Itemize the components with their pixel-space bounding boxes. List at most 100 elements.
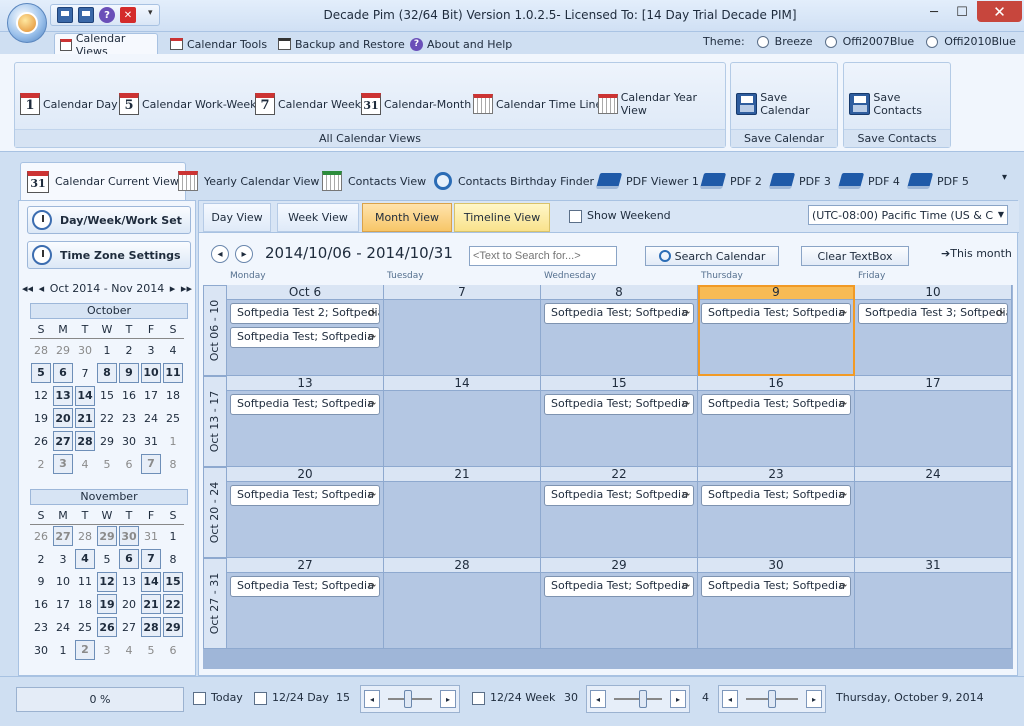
appointment[interactable]: Softpedia Test; Softpedia ⟳ xyxy=(230,485,380,506)
mini-day[interactable]: 19 xyxy=(30,407,52,430)
minimize-button[interactable]: ─ xyxy=(920,2,948,22)
mini-day[interactable]: 1 xyxy=(162,430,184,453)
mini-day[interactable]: 24 xyxy=(52,616,74,639)
appointment[interactable]: Softpedia Test; Softpedia ⟳ xyxy=(701,576,851,597)
mini-day[interactable]: 6 xyxy=(118,453,140,476)
theme-breeze[interactable]: Breeze xyxy=(756,35,813,48)
appointment[interactable]: Softpedia Test; Softpedia ⟳ xyxy=(544,394,694,415)
mini-day[interactable]: 22 xyxy=(96,407,118,430)
qat-dropdown-icon[interactable]: ▾ xyxy=(148,8,153,18)
mini-day[interactable]: 12 xyxy=(30,385,52,408)
mini-day[interactable]: 30 xyxy=(119,526,139,546)
appointment[interactable]: Softpedia Test 3; Softpedia E ⟳ xyxy=(858,303,1008,324)
mini-day[interactable]: 10 xyxy=(141,362,161,383)
theme-offi2010[interactable]: Offi2010Blue xyxy=(926,35,1016,48)
slider-left-icon[interactable]: ◂ xyxy=(364,690,380,708)
prev-period-button[interactable]: ◂ xyxy=(211,245,229,263)
close-app-icon[interactable]: ✕ xyxy=(120,7,136,23)
mini-day[interactable]: 5 xyxy=(96,453,118,476)
mini-day[interactable]: 3 xyxy=(140,339,162,362)
app-menu-button[interactable] xyxy=(7,3,47,43)
appointment[interactable]: Softpedia Test; Softpedia ⟳ xyxy=(544,576,694,597)
mini-day[interactable]: 17 xyxy=(140,385,162,408)
mini-day[interactable]: 28 xyxy=(141,617,161,638)
mini-day[interactable]: 14 xyxy=(141,571,161,592)
mini-day[interactable]: 19 xyxy=(97,594,117,615)
tab-contacts-view[interactable]: Contacts View xyxy=(316,164,432,198)
mini-day[interactable]: 29 xyxy=(52,339,74,362)
calendar-workweek-button[interactable]: 5 Calendar Work-Week xyxy=(119,91,256,117)
mini-day[interactable]: 11 xyxy=(163,362,183,383)
tab-calendar-views[interactable]: Calendar Views xyxy=(54,32,158,58)
week-interval-slider[interactable]: ◂ ▸ xyxy=(586,685,690,713)
day-interval-slider[interactable]: ◂ ▸ xyxy=(360,685,460,713)
tab-pdf-4[interactable]: PDF 4 xyxy=(834,164,906,198)
tab-pdf-5[interactable]: PDF 5 xyxy=(903,164,975,198)
mini-day[interactable]: 8 xyxy=(97,362,117,383)
tab-calendar-current-view[interactable]: 31 Calendar Current View xyxy=(20,162,186,200)
slider-thumb[interactable] xyxy=(403,690,412,708)
day-cell[interactable]: 31 xyxy=(855,558,1012,649)
mini-day[interactable]: 9 xyxy=(119,362,139,383)
week-label[interactable]: Oct 20 - 24 xyxy=(203,467,227,558)
mini-day[interactable]: 7 xyxy=(141,548,161,569)
mini-day[interactable]: 15 xyxy=(96,385,118,408)
tab-about-help[interactable]: ? About and Help xyxy=(405,33,517,55)
day-cell[interactable]: 17 xyxy=(855,376,1012,467)
day-cell[interactable]: 9 Softpedia Test; Softpedia ⟳ xyxy=(698,285,855,376)
tabs-overflow-icon[interactable]: ▾ xyxy=(1002,172,1007,183)
calendar-timeline-button[interactable]: Calendar Time Line xyxy=(473,91,602,117)
close-button[interactable]: ✕ xyxy=(977,1,1022,22)
month-interval-slider[interactable]: ◂ ▸ xyxy=(718,685,826,713)
tab-timeline-view[interactable]: Timeline View xyxy=(454,203,550,232)
prev-month-icon[interactable]: ◂ xyxy=(39,282,45,295)
tab-week-view[interactable]: Week View xyxy=(277,203,359,232)
mini-day[interactable]: 22 xyxy=(163,594,183,615)
mini-day[interactable]: 13 xyxy=(118,571,140,594)
mini-day[interactable]: 16 xyxy=(118,385,140,408)
tab-birthday-finder[interactable]: Contacts Birthday Finder xyxy=(428,164,600,198)
mini-day[interactable]: 18 xyxy=(162,385,184,408)
search-calendar-button[interactable]: Search Calendar xyxy=(645,246,779,266)
week-label[interactable]: Oct 13 - 17 xyxy=(203,376,227,467)
help-icon[interactable]: ? xyxy=(99,7,115,23)
mini-day[interactable]: 2 xyxy=(118,339,140,362)
mini-day[interactable]: 26 xyxy=(30,525,52,548)
mini-day[interactable]: 18 xyxy=(74,593,96,616)
day-cell[interactable]: 27 Softpedia Test; Softpedia ⟳ xyxy=(227,558,384,649)
next-period-button[interactable]: ▸ xyxy=(235,245,253,263)
mini-day[interactable]: 28 xyxy=(75,431,95,452)
tab-pdf-viewer-1[interactable]: PDF Viewer 1 xyxy=(592,164,705,198)
mini-day[interactable]: 1 xyxy=(52,639,74,662)
mini-day[interactable]: 28 xyxy=(74,525,96,548)
appointment[interactable]: Softpedia Test; Softpedia ⟳ xyxy=(230,576,380,597)
day-cell[interactable]: 8 Softpedia Test; Softpedia ⟳ xyxy=(541,285,698,376)
mini-day[interactable]: 25 xyxy=(74,616,96,639)
calendar-day-button[interactable]: 1 Calendar Day xyxy=(20,91,118,117)
mini-day[interactable]: 6 xyxy=(53,362,73,383)
today-checkbox[interactable]: Today xyxy=(193,691,243,705)
mini-day[interactable]: 31 xyxy=(140,430,162,453)
tab-calendar-tools[interactable]: Calendar Tools xyxy=(165,33,272,55)
mini-day[interactable]: 12 xyxy=(97,571,117,592)
mini-day[interactable]: 28 xyxy=(30,339,52,362)
mini-day[interactable]: 8 xyxy=(162,548,184,571)
day-cell[interactable]: 29 Softpedia Test; Softpedia ⟳ xyxy=(541,558,698,649)
tab-yearly-calendar[interactable]: Yearly Calendar View xyxy=(172,164,325,198)
mini-day[interactable]: 16 xyxy=(30,593,52,616)
mini-day[interactable]: 21 xyxy=(141,594,161,615)
mini-day[interactable]: 4 xyxy=(118,639,140,662)
mini-day[interactable]: 25 xyxy=(162,407,184,430)
mini-day[interactable]: 2 xyxy=(75,639,95,660)
mini-day[interactable]: 5 xyxy=(31,362,51,383)
12-24-week-checkbox[interactable]: 12/24 Week xyxy=(472,691,555,705)
day-cell[interactable]: 30 Softpedia Test; Softpedia ⟳ xyxy=(698,558,855,649)
mini-day[interactable]: 29 xyxy=(96,430,118,453)
week-label[interactable]: Oct 27 - 31 xyxy=(203,558,227,649)
mini-day[interactable]: 3 xyxy=(52,548,74,571)
mini-day[interactable]: 2 xyxy=(30,548,52,571)
day-week-work-set-button[interactable]: Day/Week/Work Set xyxy=(27,206,191,234)
mini-day[interactable]: 29 xyxy=(163,617,183,638)
prev-year-icon[interactable]: ◂◂ xyxy=(22,282,33,295)
mini-day[interactable]: 9 xyxy=(30,571,52,594)
